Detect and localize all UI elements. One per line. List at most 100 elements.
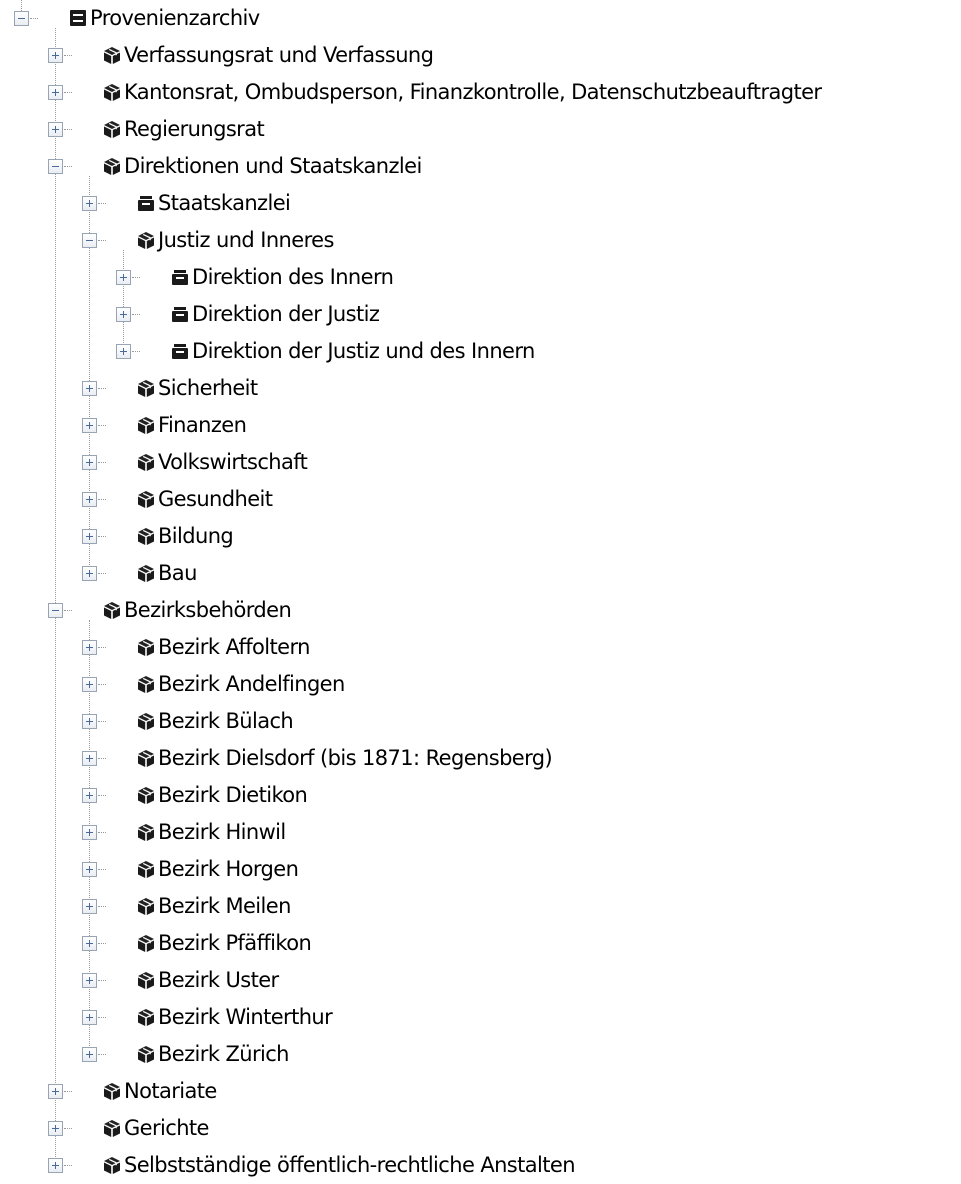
tree-node-label: Gesundheit (158, 487, 273, 511)
expand-toggle-icon[interactable] (82, 788, 97, 803)
tree-node-bezirksbehoerden[interactable]: Bezirksbehörden (0, 592, 961, 629)
box-icon (136, 526, 156, 546)
expand-toggle-icon[interactable] (82, 566, 97, 581)
tree-node-volkswirtschaft[interactable]: Volkswirtschaft (0, 444, 961, 481)
box-icon (136, 711, 156, 731)
tree-node-bildung[interactable]: Bildung (0, 518, 961, 555)
tree-node-label: Bezirk Zürich (158, 1042, 289, 1066)
tree-node-bezirk-zuerich[interactable]: Bezirk Zürich (0, 1036, 961, 1073)
expand-toggle-icon[interactable] (48, 122, 63, 137)
box-icon (136, 415, 156, 435)
expand-toggle-icon[interactable] (82, 714, 97, 729)
tree-connector (98, 647, 106, 648)
tree-node-label: Regierungsrat (124, 117, 265, 141)
tree-node-bezirk-pfaeffikon[interactable]: Bezirk Pfäffikon (0, 925, 961, 962)
tree-node-label: Volkswirtschaft (158, 450, 308, 474)
collapse-toggle-icon[interactable] (48, 159, 63, 174)
tree-node-bezirk-dietikon[interactable]: Bezirk Dietikon (0, 777, 961, 814)
tree-node-bezirk-winterthur[interactable]: Bezirk Winterthur (0, 999, 961, 1036)
expand-toggle-icon[interactable] (82, 825, 97, 840)
drawer-icon (170, 341, 190, 361)
tree-node-bezirk-andelfingen[interactable]: Bezirk Andelfingen (0, 666, 961, 703)
tree-node-bezirk-buelach[interactable]: Bezirk Bülach (0, 703, 961, 740)
box-icon (136, 452, 156, 472)
collapse-toggle-icon[interactable] (48, 603, 63, 618)
tree-node-direktionen-und-staatskanzlei[interactable]: Direktionen und Staatskanzlei (0, 148, 961, 185)
tree-node-gerichte[interactable]: Gerichte (0, 1110, 961, 1147)
tree-node-justiz-und-inneres[interactable]: Justiz und Inneres (0, 222, 961, 259)
collapse-toggle-icon[interactable] (82, 233, 97, 248)
tree-node-bezirk-meilen[interactable]: Bezirk Meilen (0, 888, 961, 925)
tree-node-label: Bezirk Affoltern (158, 635, 310, 659)
expand-toggle-icon[interactable] (82, 1010, 97, 1025)
expand-toggle-icon[interactable] (48, 48, 63, 63)
tree-node-bezirk-dielsdorf-bis-1871-regensberg[interactable]: Bezirk Dielsdorf (bis 1871: Regensberg) (0, 740, 961, 777)
expand-toggle-icon[interactable] (82, 418, 97, 433)
expand-toggle-icon[interactable] (82, 677, 97, 692)
box-icon (136, 489, 156, 509)
box-icon (136, 563, 156, 583)
tree-node-bezirk-hinwil[interactable]: Bezirk Hinwil (0, 814, 961, 851)
expand-toggle-icon[interactable] (82, 196, 97, 211)
tree-connector (64, 1091, 72, 1092)
expand-toggle-icon[interactable] (116, 307, 131, 322)
tree-node-bau[interactable]: Bau (0, 555, 961, 592)
tree-node-label: Bezirk Pfäffikon (158, 931, 312, 955)
expand-toggle-icon[interactable] (82, 936, 97, 951)
tree-node-bezirk-uster[interactable]: Bezirk Uster (0, 962, 961, 999)
tree-connector (98, 573, 106, 574)
expand-toggle-icon[interactable] (48, 1084, 63, 1099)
tree-node-label: Gerichte (124, 1116, 209, 1140)
expand-toggle-icon[interactable] (82, 492, 97, 507)
tree-node-gesundheit[interactable]: Gesundheit (0, 481, 961, 518)
tree-connector (98, 906, 106, 907)
tree-node-kantonsrat-ombudsperson-finanzkontrolle-datenschutzbeauftragter[interactable]: Kantonsrat, Ombudsperson, Finanzkontroll… (0, 74, 961, 111)
tree-node-label: Bezirk Horgen (158, 857, 299, 881)
drawer-icon (170, 304, 190, 324)
tree-connector (98, 240, 106, 241)
tree-node-provenienzarchiv[interactable]: Provenienzarchiv (0, 0, 961, 37)
tree-node-regierungsrat[interactable]: Regierungsrat (0, 111, 961, 148)
expand-toggle-icon[interactable] (82, 973, 97, 988)
tree-node-direktion-der-justiz[interactable]: Direktion der Justiz (0, 296, 961, 333)
expand-toggle-icon[interactable] (82, 899, 97, 914)
expand-toggle-icon[interactable] (82, 1047, 97, 1062)
expand-toggle-icon[interactable] (82, 455, 97, 470)
tree-node-direktion-der-justiz-und-des-innern[interactable]: Direktion der Justiz und des Innern (0, 333, 961, 370)
tree-node-bezirk-horgen[interactable]: Bezirk Horgen (0, 851, 961, 888)
expand-toggle-icon[interactable] (82, 529, 97, 544)
expand-toggle-icon[interactable] (116, 344, 131, 359)
tree-node-notariate[interactable]: Notariate (0, 1073, 961, 1110)
tree-node-finanzen[interactable]: Finanzen (0, 407, 961, 444)
tree-node-selbststaendige-oeffentlich-rechtliche-anstalten[interactable]: Selbstständige öffentlich-rechtliche Ans… (0, 1147, 961, 1184)
expand-toggle-icon[interactable] (82, 751, 97, 766)
tree-node-label: Staatskanzlei (158, 191, 291, 215)
box-icon (136, 896, 156, 916)
drawer-icon (136, 193, 156, 213)
box-icon (102, 1155, 122, 1175)
tree-node-direktion-des-innern[interactable]: Direktion des Innern (0, 259, 961, 296)
expand-toggle-icon[interactable] (82, 862, 97, 877)
expand-toggle-icon[interactable] (48, 85, 63, 100)
expand-toggle-icon[interactable] (116, 270, 131, 285)
tree-connector (98, 499, 106, 500)
box-icon (136, 748, 156, 768)
tree-node-label: Provenienzarchiv (90, 6, 260, 30)
expand-toggle-icon[interactable] (48, 1121, 63, 1136)
tree-node-bezirk-affoltern[interactable]: Bezirk Affoltern (0, 629, 961, 666)
expand-toggle-icon[interactable] (82, 381, 97, 396)
collapse-toggle-icon[interactable] (14, 11, 29, 26)
tree-node-staatskanzlei[interactable]: Staatskanzlei (0, 185, 961, 222)
tree-node-label: Bezirk Dietikon (158, 783, 308, 807)
tree-node-sicherheit[interactable]: Sicherheit (0, 370, 961, 407)
tree-connector (98, 795, 106, 796)
expand-toggle-icon[interactable] (48, 1158, 63, 1173)
expand-toggle-icon[interactable] (82, 640, 97, 655)
tree-node-label: Bezirk Bülach (158, 709, 294, 733)
tree-node-verfassungsrat-und-verfassung[interactable]: Verfassungsrat und Verfassung (0, 37, 961, 74)
tree-node-label: Justiz und Inneres (158, 228, 334, 252)
tree-connector (64, 1165, 72, 1166)
tree-node-label: Direktion des Innern (192, 265, 394, 289)
tree-node-label: Bezirk Hinwil (158, 820, 286, 844)
tree-node-label: Bildung (158, 524, 234, 548)
